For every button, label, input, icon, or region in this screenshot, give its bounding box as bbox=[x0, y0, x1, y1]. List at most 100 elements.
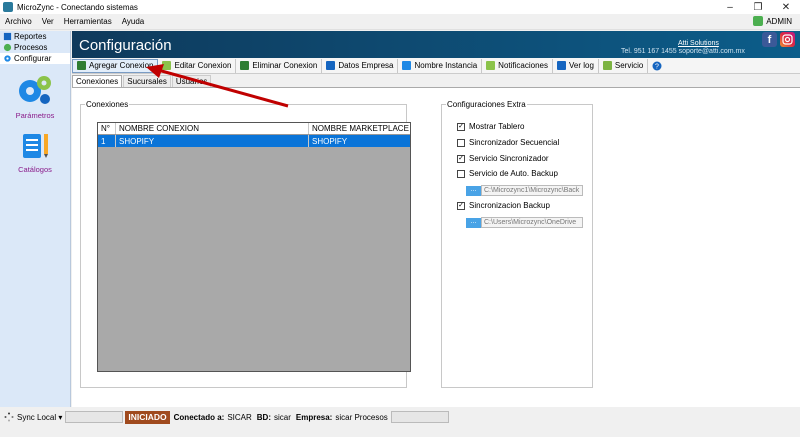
service-label: Servicio bbox=[614, 61, 644, 70]
status-bar: Sync Local ▾ INICIADO Conectado a: SICAR… bbox=[0, 409, 800, 425]
log-icon bbox=[556, 61, 566, 70]
checkbox-unchecked[interactable] bbox=[457, 138, 465, 147]
notification-icon bbox=[486, 61, 496, 70]
connected-value: SICAR bbox=[227, 412, 252, 422]
onedrive-path-row: ... C:\Users\Microzync\OneDrive bbox=[466, 217, 583, 228]
sidebar-tab-procesos[interactable]: Procesos bbox=[0, 42, 70, 53]
annotation-arrow bbox=[146, 64, 289, 108]
sequential-sync-label: Sincronizador Secuencial bbox=[469, 138, 560, 147]
page-header: Configuración Atti Solutions Tel. 951 16… bbox=[72, 31, 800, 58]
instance-name-button[interactable]: Nombre Instancia bbox=[398, 58, 483, 73]
sidebar-label-catalogos: Catálogos bbox=[18, 165, 52, 174]
status-field-2 bbox=[390, 411, 449, 423]
menu-herramientas[interactable]: Herramientas bbox=[59, 17, 117, 26]
table-row[interactable]: 1 SHOPIFY SHOPIFY bbox=[98, 135, 410, 147]
status-badge: INICIADO bbox=[125, 410, 170, 424]
backup-path-field[interactable]: C:\Microzync1\Microzync\Back bbox=[481, 185, 583, 196]
grid-header: N° NOMBRE CONEXION NOMBRE MARKETPLACE bbox=[98, 123, 410, 135]
sidebar-tab-label: Configurar bbox=[14, 54, 52, 63]
checkbox-checked[interactable]: ✓ bbox=[457, 154, 465, 163]
cell-n: 1 bbox=[98, 135, 116, 147]
parameters-gears-icon bbox=[19, 76, 51, 104]
backup-sync-label: Sincronizacion Backup bbox=[469, 201, 550, 210]
user-icon bbox=[753, 16, 764, 26]
db-label: BD: bbox=[256, 412, 271, 422]
company-value: sicar Procesos bbox=[335, 412, 388, 422]
page-title: Configuración bbox=[79, 37, 172, 54]
svg-text:?: ? bbox=[655, 63, 659, 70]
sidebar-item-parametros[interactable]: Parámetros bbox=[0, 74, 70, 120]
restore-button[interactable]: ❐ bbox=[744, 0, 772, 14]
company-label: Empresa: bbox=[295, 412, 333, 422]
tab-conexiones[interactable]: Conexiones bbox=[72, 75, 123, 87]
show-dashboard-label: Mostrar Tablero bbox=[469, 122, 525, 131]
company-data-button[interactable]: Datos Empresa bbox=[322, 58, 399, 73]
sync-spinner-icon bbox=[4, 412, 14, 422]
instance-icon bbox=[402, 61, 412, 70]
browse-backup-button[interactable]: ... bbox=[466, 185, 481, 196]
sidebar: Reportes Procesos Configurar Parámetros … bbox=[0, 31, 71, 407]
connections-group-title: Conexiones bbox=[85, 100, 130, 109]
gear-icon bbox=[4, 55, 11, 62]
connections-grid[interactable]: N° NOMBRE CONEXION NOMBRE MARKETPLACE 1 … bbox=[97, 122, 411, 372]
service-button[interactable]: Servicio bbox=[599, 58, 649, 73]
db-value: sicar bbox=[273, 412, 291, 422]
sync-service-checkbox[interactable]: ✓ Servicio Sincronizador bbox=[457, 154, 549, 163]
card-icon bbox=[326, 61, 336, 70]
catalog-icon bbox=[23, 134, 48, 158]
browse-onedrive-button[interactable]: ... bbox=[466, 217, 481, 228]
sequential-sync-checkbox[interactable]: Sincronizador Secuencial bbox=[457, 138, 559, 147]
report-icon bbox=[3, 32, 12, 41]
onedrive-path-field[interactable]: C:\Users\Microzync\OneDrive bbox=[481, 217, 583, 228]
sync-service-label: Servicio Sincronizador bbox=[469, 154, 549, 163]
notifications-button[interactable]: Notificaciones bbox=[482, 58, 553, 73]
save-icon bbox=[77, 61, 86, 70]
status-field bbox=[65, 411, 124, 423]
checkbox-checked[interactable]: ✓ bbox=[457, 122, 465, 131]
menu-bar: Archivo Ver Herramientas Ayuda bbox=[0, 14, 800, 30]
column-header-n[interactable]: N° bbox=[98, 123, 116, 134]
process-icon bbox=[3, 43, 12, 52]
sidebar-tab-configurar[interactable]: Configurar bbox=[0, 53, 70, 64]
cell-marketplace-name: SHOPIFY bbox=[312, 136, 348, 146]
backup-path-row: ... C:\Microzync1\Microzync\Back bbox=[466, 185, 583, 196]
sync-mode-label: Sync Local bbox=[17, 412, 57, 422]
checkbox-unchecked[interactable] bbox=[457, 169, 465, 178]
minimize-button[interactable]: – bbox=[716, 0, 744, 14]
notifications-label: Notificaciones bbox=[498, 61, 548, 70]
sidebar-tab-label: Procesos bbox=[14, 43, 48, 52]
company-link[interactable]: Atti Solutions bbox=[678, 40, 719, 47]
close-button[interactable]: ✕ bbox=[772, 0, 800, 14]
app-icon bbox=[3, 2, 13, 12]
auto-backup-label: Servicio de Auto. Backup bbox=[469, 169, 558, 178]
menu-ver[interactable]: Ver bbox=[37, 17, 59, 26]
view-log-button[interactable]: Ver log bbox=[553, 58, 599, 73]
column-header-connection-name[interactable]: NOMBRE CONEXION bbox=[116, 123, 309, 134]
auto-backup-checkbox[interactable]: Servicio de Auto. Backup bbox=[457, 169, 558, 178]
checkbox-checked[interactable]: ✓ bbox=[457, 201, 465, 210]
extra-settings-title: Configuraciones Extra bbox=[446, 100, 527, 109]
backup-sync-checkbox[interactable]: ✓ Sincronizacion Backup bbox=[457, 201, 550, 210]
service-icon bbox=[602, 61, 612, 70]
instance-name-label: Nombre Instancia bbox=[414, 61, 478, 70]
sidebar-item-catalogos[interactable]: Catálogos bbox=[0, 130, 70, 174]
show-dashboard-checkbox[interactable]: ✓ Mostrar Tablero bbox=[457, 122, 524, 131]
instagram-icon[interactable] bbox=[780, 32, 795, 47]
facebook-icon[interactable]: f bbox=[762, 32, 777, 47]
view-log-label: Ver log bbox=[568, 61, 594, 70]
sidebar-tab-label: Reportes bbox=[14, 32, 47, 41]
user-name: ADMIN bbox=[766, 16, 792, 26]
contact-info: Tel. 951 167 1455 soporte@atti.com.mx bbox=[621, 48, 745, 55]
menu-archivo[interactable]: Archivo bbox=[0, 17, 37, 26]
menu-ayuda[interactable]: Ayuda bbox=[117, 17, 150, 26]
cell-connection-name: SHOPIFY bbox=[116, 135, 309, 147]
window-controls: – ❐ ✕ bbox=[716, 0, 800, 14]
column-header-marketplace-name[interactable]: NOMBRE MARKETPLACE bbox=[309, 123, 410, 134]
help-button[interactable]: ? bbox=[648, 59, 666, 73]
user-menu[interactable]: ADMIN bbox=[753, 16, 792, 26]
connected-label: Conectado a: bbox=[173, 412, 225, 422]
window-title: MicroZync - Conectando sistemas bbox=[17, 2, 138, 12]
sidebar-tab-reportes[interactable]: Reportes bbox=[0, 31, 70, 42]
company-data-label: Datos Empresa bbox=[338, 61, 394, 70]
sync-mode-dropdown[interactable]: Sync Local ▾ bbox=[17, 413, 62, 422]
